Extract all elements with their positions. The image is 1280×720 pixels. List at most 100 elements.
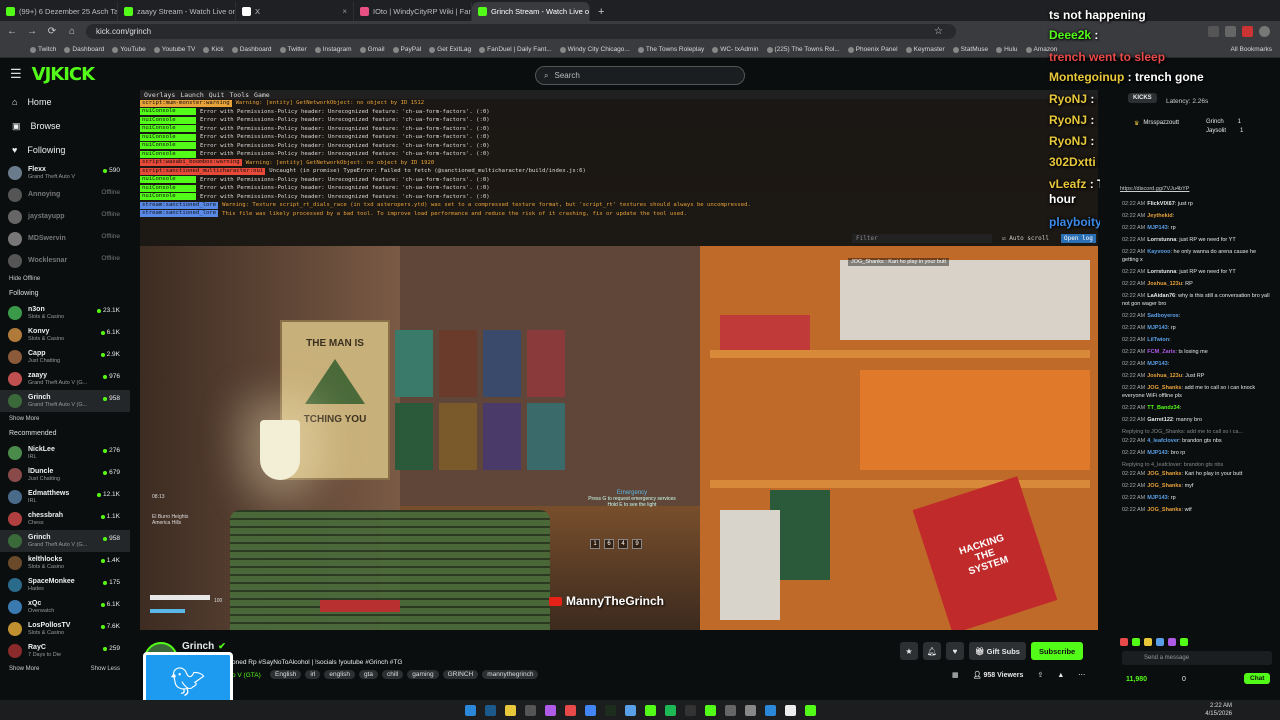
taskbar-app-icon[interactable]: [664, 704, 676, 716]
new-tab-icon[interactable]: +: [598, 6, 604, 18]
back-icon[interactable]: ←: [6, 26, 18, 37]
channel-item[interactable]: jaystayupp Offline: [0, 206, 130, 228]
search-bar[interactable]: ⌕ Search: [535, 66, 745, 85]
stream-tag[interactable]: irl: [305, 670, 321, 679]
chat-username[interactable]: Joshua_123u: [1147, 373, 1182, 379]
bookmark-item[interactable]: Twitter: [279, 46, 307, 53]
taskbar-app-icon[interactable]: [764, 704, 776, 716]
chat-username[interactable]: FlickVIX67: [1147, 201, 1175, 207]
console-menu-item[interactable]: Tools: [229, 91, 249, 99]
browser-tab[interactable]: Grinch Stream - Watch Live on Kick×: [472, 2, 590, 21]
bookmark-item[interactable]: Kick: [203, 46, 224, 53]
menu-icon[interactable]: ☰: [10, 66, 22, 82]
channel-item[interactable]: SpaceMonkee Hades 175: [0, 574, 130, 596]
show-less-button[interactable]: Show Less: [91, 666, 120, 672]
top-gifter-name[interactable]: Mrsspazzoutt: [1143, 120, 1179, 127]
search-input[interactable]: Search: [554, 71, 579, 80]
more-icon[interactable]: ⋯: [1078, 671, 1085, 679]
auto-scroll-toggle[interactable]: ☑ Auto scroll: [1002, 235, 1049, 242]
taskbar-app-icon[interactable]: [624, 704, 636, 716]
taskbar-app-icon[interactable]: [784, 704, 796, 716]
chat-username[interactable]: Garret122: [1147, 417, 1173, 423]
stream-category[interactable]: o V (GTA): [232, 672, 261, 679]
nav-item-browse[interactable]: ▣ Browse: [0, 114, 130, 138]
browser-tab[interactable]: zaayy Stream - Watch Live on Kick×: [118, 2, 236, 21]
chat-username[interactable]: MJP143: [1147, 495, 1168, 501]
chat-username[interactable]: LaAidan76: [1147, 293, 1175, 299]
report-icon[interactable]: ▲: [1057, 672, 1064, 679]
bookmark-item[interactable]: Get ExitLag: [429, 46, 471, 53]
console-menu-item[interactable]: Launch: [180, 91, 203, 99]
bookmark-item[interactable]: YouTube: [112, 46, 146, 53]
taskbar-app-icon[interactable]: [564, 704, 576, 716]
filter-input[interactable]: Filter: [852, 233, 992, 243]
channel-item[interactable]: n3on Slots & Casino 23.1K: [0, 302, 130, 324]
show-more-button[interactable]: Show More: [9, 666, 39, 672]
heart-icon[interactable]: ♥: [946, 642, 964, 660]
leader-name[interactable]: Jaysolit: [1206, 127, 1226, 136]
browser-tab[interactable]: IOto | WindyCityRP Wiki | Fandom×: [354, 2, 472, 21]
chat-username[interactable]: Joshua_123u: [1147, 281, 1182, 287]
taskbar-app-icon[interactable]: [744, 704, 756, 716]
stream-tag[interactable]: English: [270, 670, 302, 679]
channel-item[interactable]: chessbrah Chess 1.1K: [0, 508, 130, 530]
kick-logo[interactable]: VJKICK: [32, 64, 95, 85]
channel-item[interactable]: Grinch Grand Theft Auto V (G... 958: [0, 390, 130, 412]
stream-tag[interactable]: mannythegrinch: [482, 670, 539, 679]
stream-tag[interactable]: gta: [359, 670, 379, 679]
video-player[interactable]: THE MAN IS TCHING YOU HACKING THE SYSTEM…: [140, 90, 1098, 630]
channel-item[interactable]: zaayy Grand Theft Auto V (G... 976: [0, 368, 130, 390]
bookmark-item[interactable]: Dashboard: [231, 46, 272, 53]
taskbar-app-icon[interactable]: [604, 704, 616, 716]
browser-tab[interactable]: (99+) 6 Dezember 25 Asch Tam×: [0, 2, 118, 21]
subscribe-button[interactable]: Subscribe: [1030, 642, 1084, 660]
channel-item[interactable]: kelthlocks Slots & Casino 1.4K: [0, 552, 130, 574]
bookmark-item[interactable]: Keymaster: [905, 46, 945, 53]
kicks-balance[interactable]: 0: [1182, 676, 1186, 683]
channel-item[interactable]: RayC 7 Days to Die 259: [0, 640, 130, 662]
channel-name[interactable]: Grinch: [182, 641, 214, 652]
bookmark-item[interactable]: Instagram: [314, 46, 352, 53]
channel-item[interactable]: Capp Just Chatting 2.9K: [0, 346, 130, 368]
taskbar-app-icon[interactable]: [584, 704, 596, 716]
taskbar-app-icon[interactable]: [484, 704, 496, 716]
channel-item[interactable]: Edmatthews IRL 12.1K: [0, 486, 130, 508]
gift-subs-button[interactable]: 🎁︎ Gift Subs: [969, 642, 1026, 660]
taskbar-app-icon[interactable]: [724, 704, 736, 716]
channel-item[interactable]: NickLee IRL 276: [0, 442, 130, 464]
emote-icon[interactable]: [1180, 638, 1188, 646]
chat-username[interactable]: JOG_Shanks: [1147, 471, 1181, 477]
chat-input[interactable]: Send a message: [1122, 651, 1272, 665]
taskbar-app-icon[interactable]: [704, 704, 716, 716]
chat-username[interactable]: MJP143: [1147, 325, 1168, 331]
channel-item[interactable]: Konvy Slots & Casino 6.1K: [0, 324, 130, 346]
bookmark-item[interactable]: Twitch: [30, 46, 56, 53]
bookmark-item[interactable]: Dashboard: [64, 46, 104, 53]
kicks-badge[interactable]: KICKS: [1128, 93, 1157, 103]
channel-item[interactable]: xQc Overwatch 6.1K: [0, 596, 130, 618]
emote-icon[interactable]: [1144, 638, 1152, 646]
stream-tag[interactable]: GRINCH: [442, 670, 479, 679]
chat-username[interactable]: JOG_Shanks: [1147, 507, 1181, 513]
channel-item[interactable]: MDSwervin Offline: [0, 228, 130, 250]
hide-offline-button[interactable]: Hide Offline: [0, 272, 130, 286]
bookmark-item[interactable]: Phoenix Panel: [847, 46, 898, 53]
bookmark-item[interactable]: The Towns Roleplay: [637, 46, 704, 53]
forward-icon[interactable]: →: [26, 26, 38, 37]
nav-item-home[interactable]: ⌂ Home: [0, 90, 130, 114]
chat-send-button[interactable]: Chat: [1244, 673, 1271, 684]
channel-item[interactable]: Wocklesnar Offline: [0, 250, 130, 272]
leader-name[interactable]: Grinch: [1206, 118, 1224, 127]
chat-username[interactable]: Sadboyeros: [1147, 313, 1178, 319]
channel-item[interactable]: Flexx Grand Theft Auto V 590: [0, 162, 130, 184]
star-icon[interactable]: ★: [900, 642, 918, 660]
taskbar-app-icon[interactable]: [644, 704, 656, 716]
bookmark-item[interactable]: WC- txAdmin: [712, 46, 759, 53]
bookmark-item[interactable]: Gmail: [359, 46, 385, 53]
taskbar-app-icon[interactable]: [504, 704, 516, 716]
browser-tab[interactable]: X ×: [236, 2, 354, 21]
stream-tag[interactable]: english: [324, 670, 355, 679]
bookmark-item[interactable]: (225) The Towns Rol...: [766, 46, 840, 53]
bookmark-item[interactable]: FanDuel | Daily Fant...: [479, 46, 552, 53]
chat-username[interactable]: TT_Bandz34: [1147, 405, 1179, 411]
